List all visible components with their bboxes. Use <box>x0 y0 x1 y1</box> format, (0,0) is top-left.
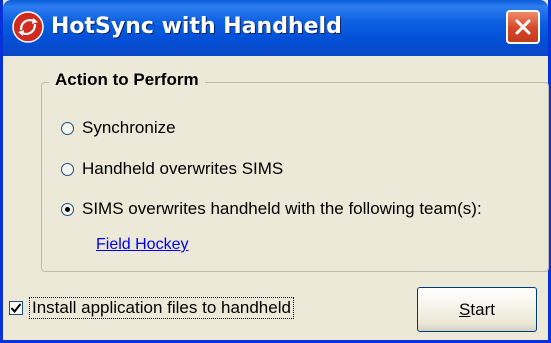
title-bar[interactable]: HotSync with Handheld <box>3 0 548 56</box>
radio-selected-dot <box>65 206 70 212</box>
checkmark-icon <box>10 303 22 314</box>
close-button[interactable] <box>506 10 540 44</box>
radio-circle-selected[interactable] <box>61 202 74 216</box>
radio-sims-overwrites[interactable]: SIMS overwrites handheld with the follow… <box>61 197 482 221</box>
start-button[interactable]: Start <box>417 287 537 332</box>
window-title: HotSync with Handheld <box>51 14 342 39</box>
hotsync-dialog: HotSync with Handheld Action to Perform … <box>0 0 551 343</box>
checkbox-label: Install application files to handheld <box>29 297 294 319</box>
close-icon <box>515 19 531 35</box>
checkbox-box[interactable] <box>9 301 23 315</box>
radio-circle[interactable] <box>61 162 74 176</box>
radio-label: Synchronize <box>82 118 176 137</box>
groupbox-legend: Action to Perform <box>49 70 205 90</box>
install-files-checkbox[interactable]: Install application files to handheld <box>9 296 294 320</box>
start-label-rest: tart <box>470 299 495 319</box>
team-link-field-hockey[interactable]: Field Hockey <box>96 236 188 254</box>
radio-synchronize[interactable]: Synchronize <box>61 116 176 140</box>
start-accel-letter: S <box>459 299 471 319</box>
radio-label: Handheld overwrites SIMS <box>82 159 284 178</box>
hotsync-icon <box>12 11 44 43</box>
radio-label: SIMS overwrites handheld with the follow… <box>82 199 482 218</box>
radio-circle[interactable] <box>61 121 74 135</box>
radio-handheld-overwrites[interactable]: Handheld overwrites SIMS <box>61 157 283 181</box>
